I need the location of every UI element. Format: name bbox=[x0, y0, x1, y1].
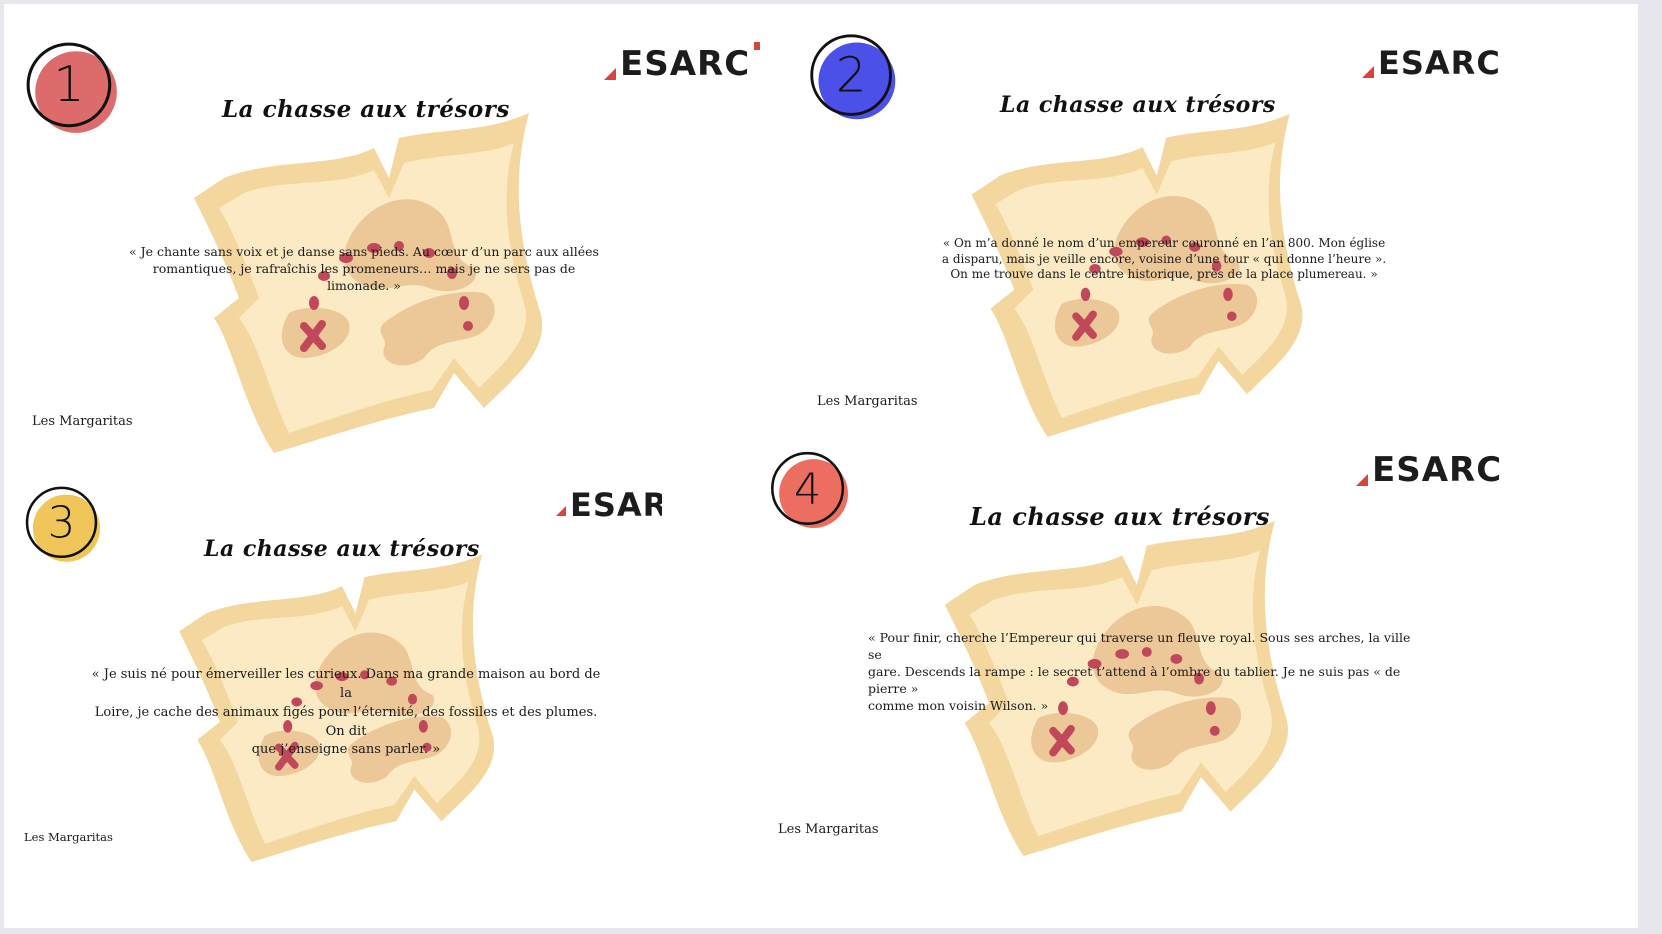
logo-triangle-icon bbox=[556, 506, 566, 516]
number-badge-2: 2 bbox=[806, 30, 902, 126]
signature: Les Margaritas bbox=[778, 822, 879, 837]
riddle-line: « Pour finir, cherche l’Empereur qui tra… bbox=[868, 630, 1411, 662]
riddle-line: comme mon voisin Wilson. » bbox=[868, 697, 1049, 713]
logo-triangle-icon bbox=[1362, 66, 1374, 78]
logo-text: ESARC bbox=[620, 44, 751, 84]
number-badge-4: 4 bbox=[768, 448, 854, 534]
badge-number: 2 bbox=[836, 47, 867, 103]
badge-3-icon: 3 bbox=[25, 486, 101, 562]
badge-number: 4 bbox=[794, 465, 821, 515]
esarc-logo: ESARC bbox=[568, 486, 662, 524]
riddle-line: romantiques, je rafraîchis les promeneur… bbox=[152, 260, 576, 293]
signature: Les Margaritas bbox=[24, 830, 113, 844]
badge-number: 3 bbox=[48, 497, 76, 548]
logo-triangle-icon bbox=[1356, 474, 1368, 486]
esarc-logo: ESARC bbox=[1356, 450, 1503, 490]
riddle-line: « Je chante sans voix et je danse sans p… bbox=[129, 244, 599, 259]
signature: Les Margaritas bbox=[32, 414, 133, 429]
riddle-line: gare. Descends la rampe : le secret t’at… bbox=[868, 663, 1401, 696]
logo-text: ESARC bbox=[570, 486, 662, 524]
riddle-text: « Je chante sans voix et je danse sans p… bbox=[124, 244, 604, 295]
badge-2-icon: 2 bbox=[810, 34, 896, 120]
number-badge-3: 3 bbox=[22, 482, 106, 566]
esarc-logo: ESARC bbox=[604, 42, 761, 84]
card-2: 2 ESARC La chasse aux trésors « On m’a d… bbox=[794, 4, 1614, 444]
logo-square-icon bbox=[754, 42, 761, 50]
riddle-line: Loire, je cache des animaux figés pour l… bbox=[94, 704, 598, 739]
riddle-text: « Pour finir, cherche l’Empereur qui tra… bbox=[868, 630, 1428, 714]
riddle-line: On me trouve dans le centre historique, … bbox=[950, 267, 1378, 282]
logo-triangle-icon bbox=[604, 68, 616, 80]
badge-1-icon: 1 bbox=[26, 42, 117, 133]
document-page: 1 ESARC La chasse aux trésors « Je chant… bbox=[4, 4, 1638, 928]
card-1: 1 ESARC La chasse aux trésors « Je chant… bbox=[4, 4, 804, 464]
esarc-logo: ESARC bbox=[1362, 44, 1501, 82]
riddle-line: « On m’a donné le nom d’un empereur cour… bbox=[942, 236, 1386, 250]
riddle-text: « On m’a donné le nom d’un empereur cour… bbox=[924, 236, 1404, 283]
riddle-line: « Je suis né pour émerveiller les curieu… bbox=[91, 667, 601, 701]
riddle-text: « Je suis né pour émerveiller les curieu… bbox=[86, 666, 606, 760]
number-badge-1: 1 bbox=[22, 38, 124, 140]
logo-text: ESARC bbox=[1372, 450, 1503, 490]
riddle-line: que j’enseigne sans parler. » bbox=[251, 742, 441, 758]
logo-text: ESARC bbox=[1378, 44, 1501, 82]
card-3: 3 ESARC La chasse aux trésors « Je suis … bbox=[4, 464, 764, 924]
riddle-line: a disparu, mais je veille encore, voisin… bbox=[941, 251, 1387, 266]
card-4: 4 ESARC La chasse aux trésors « Pour fin… bbox=[764, 444, 1624, 924]
signature: Les Margaritas bbox=[817, 394, 918, 409]
badge-4-icon: 4 bbox=[771, 451, 848, 528]
badge-number: 1 bbox=[53, 56, 84, 113]
